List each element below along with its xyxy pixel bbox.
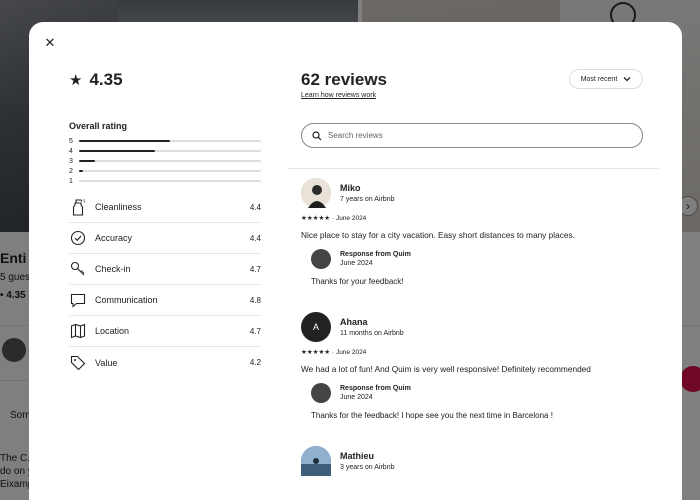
key-icon — [69, 260, 87, 278]
rating-distribution: 5 4 3 2 1 — [69, 136, 261, 186]
rating-bar-track — [79, 160, 261, 162]
reviewer-name: Mathieu — [340, 451, 375, 461]
host-avatar — [311, 249, 331, 269]
sort-label: Most recent — [580, 75, 618, 83]
search-icon — [312, 130, 322, 140]
close-icon: ✕ — [44, 35, 56, 50]
host-response: Response from Quim June 2024 Thanks for … — [311, 249, 643, 286]
review-stars: ★★★★★ — [301, 215, 331, 222]
category-communication: Communication 4.8 — [69, 285, 261, 316]
reviewer-tenure: 7 years on Airbnb — [340, 196, 395, 203]
category-score: 4.7 — [249, 326, 261, 336]
response-from: Response from Quim — [340, 251, 411, 258]
reviewer-name: Ahana — [340, 317, 368, 327]
review-text: We had a lot of fun! And Quim is very we… — [301, 364, 591, 374]
review-meta: ★★★★★ · June 2024 — [301, 214, 643, 222]
search-reviews-field[interactable] — [301, 123, 643, 148]
rating-bar-track — [79, 170, 261, 172]
check-circle-icon — [69, 229, 87, 247]
category-check-in: Check-in 4.7 — [69, 254, 261, 285]
response-text: Thanks for your feedback! — [311, 277, 404, 286]
category-label: Value — [95, 357, 118, 368]
rating-bar-label: 2 — [69, 167, 73, 175]
rating-bar-track — [79, 140, 261, 142]
map-icon — [69, 322, 87, 340]
reviewer-photo — [301, 446, 331, 476]
response-date: June 2024 — [340, 394, 373, 401]
host-response: Response from Quim June 2024 Thanks for … — [311, 383, 643, 420]
review-date: June 2024 — [335, 349, 367, 356]
review-item: Mathieu 3 years on Airbnb — [301, 446, 643, 476]
category-label: Communication — [95, 295, 158, 305]
divider — [287, 168, 659, 169]
review-item: A Ahana 11 months on Airbnb ★★★★★ · June… — [301, 312, 643, 420]
review-date: June 2024 — [335, 215, 367, 222]
search-input[interactable] — [328, 131, 628, 140]
reviewer-tenure: 11 months on Airbnb — [340, 330, 404, 337]
spray-bottle-icon — [69, 198, 87, 216]
rating-bar-row: 3 — [69, 156, 261, 166]
reviewer-tenure: 3 years on Airbnb — [340, 464, 395, 471]
reviewer-initial: A — [312, 322, 319, 332]
rating-bar-fill — [79, 160, 96, 162]
category-label: Accuracy — [95, 233, 133, 243]
rating-bar-track — [79, 180, 261, 182]
rating-bar-row: 2 — [69, 166, 261, 176]
category-score: 4.4 — [249, 202, 261, 212]
category-label: Location — [95, 326, 130, 336]
category-score: 4.4 — [249, 233, 261, 243]
category-location: Location 4.7 — [69, 316, 261, 347]
rating-bar-fill — [79, 170, 83, 172]
category-cleanliness: Cleanliness 4.4 — [69, 192, 261, 223]
rating-bar-row: 4 — [69, 146, 261, 156]
category-score: 4.8 — [249, 295, 261, 305]
reviewer-avatar[interactable] — [301, 178, 331, 208]
category-score: 4.7 — [249, 264, 261, 274]
chat-bubble-icon — [69, 291, 87, 309]
review-stars: ★★★★★ — [301, 349, 331, 356]
response-from: Response from Quim — [340, 385, 411, 392]
overall-rating-label: Overall rating — [69, 121, 128, 131]
host-avatar — [311, 383, 331, 403]
reviewer-avatar[interactable] — [301, 446, 331, 476]
rating-bar-track — [79, 150, 261, 152]
response-text: Thanks for the feedback! I hope see you … — [311, 411, 553, 420]
category-label: Check-in — [95, 264, 131, 274]
rating-bar-label: 1 — [69, 177, 73, 185]
reviews-modal: ✕ ★ 4.35 Overall rating 5 4 3 2 1 Cleanlines… — [29, 22, 682, 500]
tag-icon — [69, 354, 87, 372]
reviewer-photo — [301, 178, 331, 208]
category-label: Cleanliness — [95, 202, 142, 212]
overall-rating-value: 4.35 — [89, 70, 123, 89]
response-date: June 2024 — [340, 260, 373, 267]
rating-bar-row: 1 — [69, 176, 261, 186]
category-accuracy: Accuracy 4.4 — [69, 223, 261, 254]
rating-bar-label: 4 — [69, 147, 73, 155]
chevron-down-icon — [623, 77, 631, 82]
category-ratings: Cleanliness 4.4 Accuracy 4.4 Check-in 4.7 Comm… — [69, 192, 261, 378]
review-text: Nice place to stay for a city vacation. … — [301, 230, 575, 240]
rating-bar-label: 5 — [69, 137, 73, 145]
category-score: 4.2 — [249, 358, 261, 367]
review-meta: ★★★★★ · June 2024 — [301, 348, 643, 356]
rating-bar-fill — [79, 150, 156, 152]
reviews-count-title: 62 reviews — [301, 70, 388, 89]
reviewer-avatar[interactable]: A — [301, 312, 331, 342]
rating-bar-row: 5 — [69, 136, 261, 146]
rating-bar-label: 3 — [69, 157, 73, 165]
rating-bar-fill — [79, 140, 170, 142]
review-item: Miko 7 years on Airbnb ★★★★★ · June 2024… — [301, 178, 643, 286]
close-button[interactable]: ✕ — [43, 36, 57, 50]
star-icon: ★ — [69, 72, 83, 89]
learn-reviews-link[interactable]: Learn how reviews work — [301, 92, 376, 99]
overall-rating-header: ★ 4.35 — [69, 70, 123, 90]
reviewer-name: Miko — [340, 183, 361, 193]
category-value: Value 4.2 — [69, 347, 261, 378]
sort-dropdown[interactable]: Most recent — [569, 69, 643, 89]
